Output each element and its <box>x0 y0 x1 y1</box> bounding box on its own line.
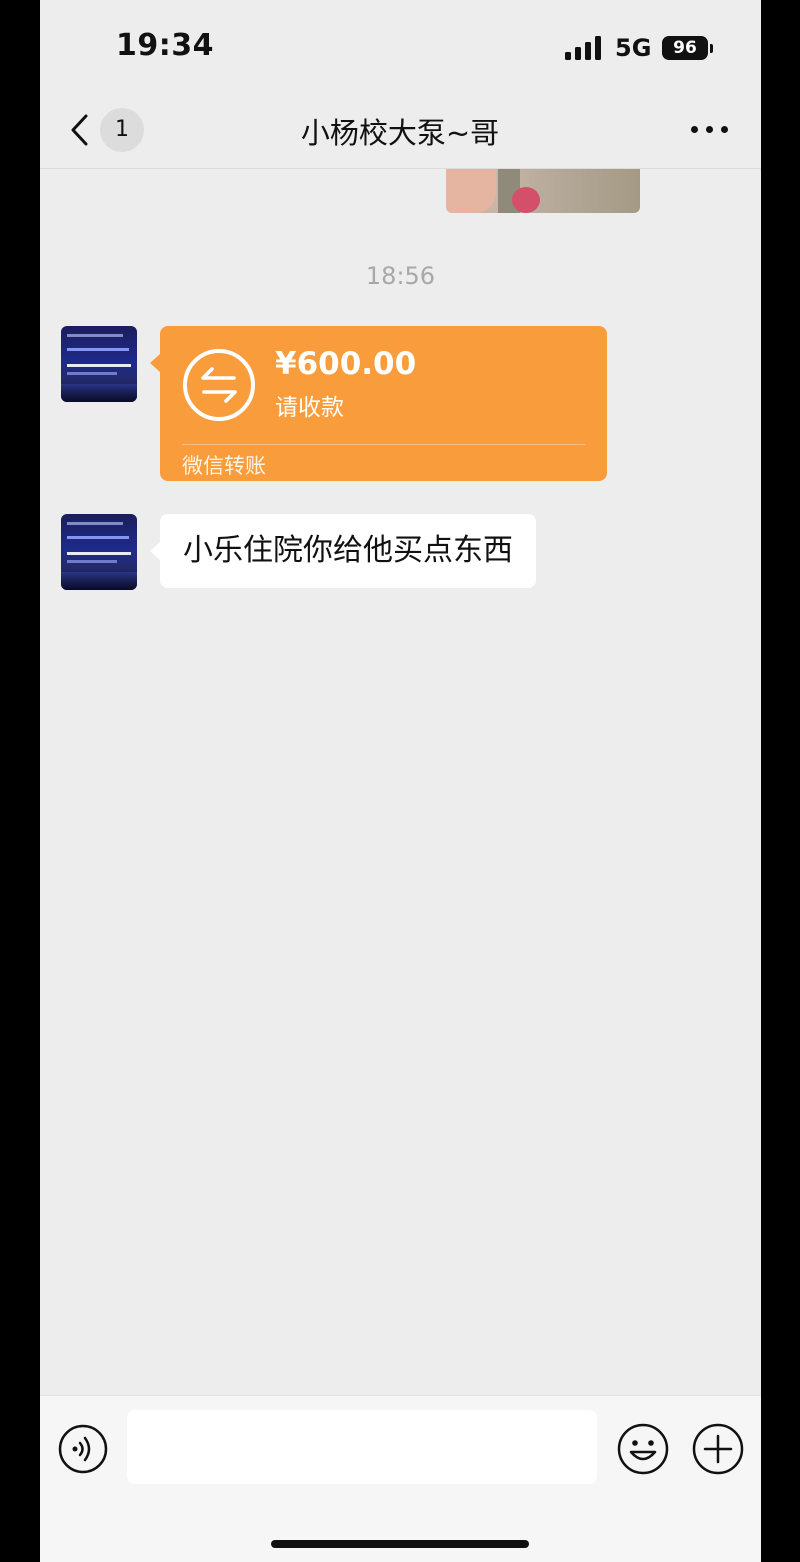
more-button[interactable] <box>685 112 735 148</box>
emoji-icon[interactable] <box>616 1422 670 1476</box>
more-dot <box>706 126 713 133</box>
chat-title: 小杨校大泵~哥 <box>300 116 500 150</box>
contact-avatar[interactable] <box>61 326 137 402</box>
message-timestamp: 18:56 <box>365 262 436 290</box>
plus-circle-icon[interactable] <box>691 1422 745 1476</box>
transfer-status: 请收款 <box>275 395 344 421</box>
home-indicator[interactable] <box>271 1540 529 1548</box>
voice-icon[interactable] <box>58 1424 108 1474</box>
transfer-divider <box>182 444 585 445</box>
status-bar: 19:34 5G 96 <box>40 0 761 92</box>
battery-icon: 96 <box>662 36 708 60</box>
back-button[interactable]: 1 <box>62 106 172 154</box>
message-input[interactable] <box>127 1410 597 1484</box>
transfer-arrows-icon <box>183 349 255 421</box>
more-dot <box>721 126 728 133</box>
transfer-footer-label: 微信转账 <box>182 454 266 478</box>
image-message-thumbnail[interactable] <box>446 169 640 213</box>
nav-bar: 1 小杨校大泵~哥 <box>40 92 761 169</box>
unread-count-badge: 1 <box>100 108 144 152</box>
network-label: 5G <box>615 34 652 62</box>
text-message-bubble[interactable]: 小乐住院你给他买点东西 <box>150 514 536 588</box>
input-bar <box>40 1395 761 1562</box>
status-time: 19:34 <box>116 28 214 63</box>
more-dots-icon <box>691 126 698 133</box>
chevron-left-icon <box>71 114 88 146</box>
contact-avatar[interactable] <box>61 514 137 590</box>
chat-screen: 19:34 5G 96 1 小杨校大泵~哥 18:56 ¥600.00 请收款 … <box>40 0 761 1562</box>
signal-icon <box>565 36 601 60</box>
transfer-amount: ¥600.00 <box>275 346 417 382</box>
battery-tip <box>710 44 713 53</box>
transfer-message-card[interactable]: ¥600.00 请收款 微信转账 <box>150 326 607 481</box>
